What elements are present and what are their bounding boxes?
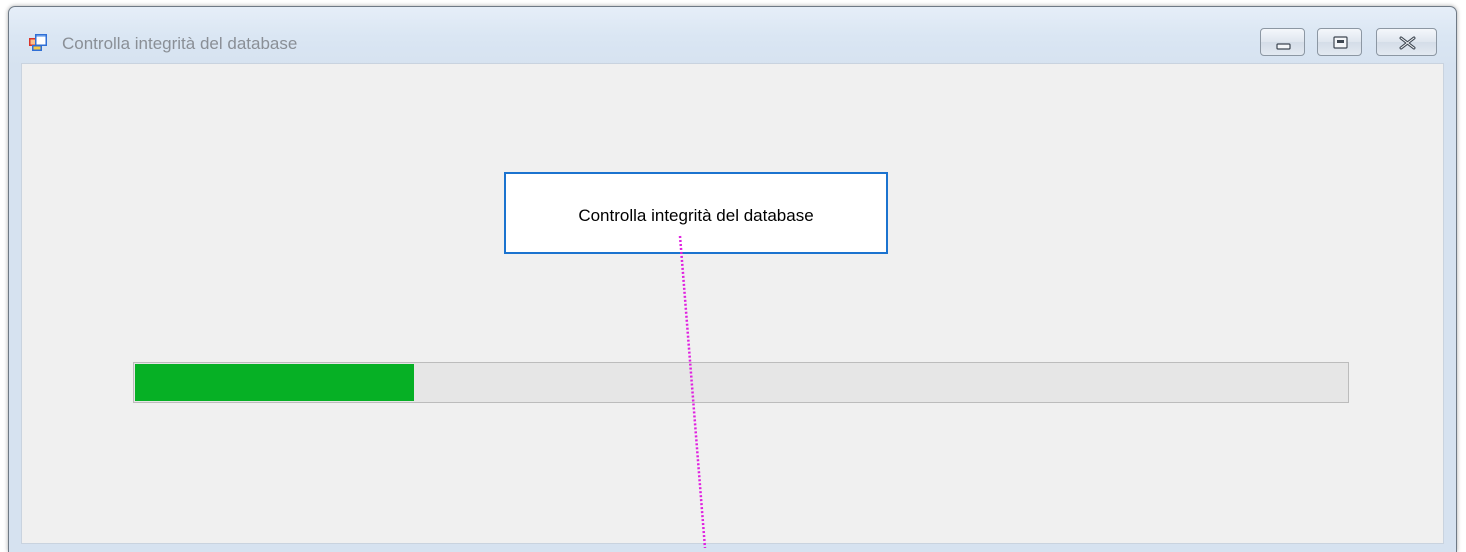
app-form-icon <box>29 33 47 51</box>
restore-icon <box>1333 36 1348 49</box>
close-button[interactable] <box>1376 28 1437 56</box>
status-label-box: Controlla integrità del database <box>504 172 888 254</box>
close-icon <box>1399 36 1416 50</box>
minimize-icon <box>1276 43 1291 50</box>
minimize-button[interactable] <box>1260 28 1305 56</box>
title-bar[interactable]: Controlla integrità del database <box>9 7 1456 63</box>
progress-bar <box>133 362 1349 403</box>
progress-bar-fill <box>135 364 414 401</box>
status-label: Controlla integrità del database <box>578 206 814 225</box>
window-title: Controlla integrità del database <box>62 34 298 53</box>
form-client-area: Controlla integrità del database <box>21 63 1444 544</box>
maximize-button[interactable] <box>1317 28 1362 56</box>
application-window: Controlla integrità del database Control… <box>8 6 1457 552</box>
